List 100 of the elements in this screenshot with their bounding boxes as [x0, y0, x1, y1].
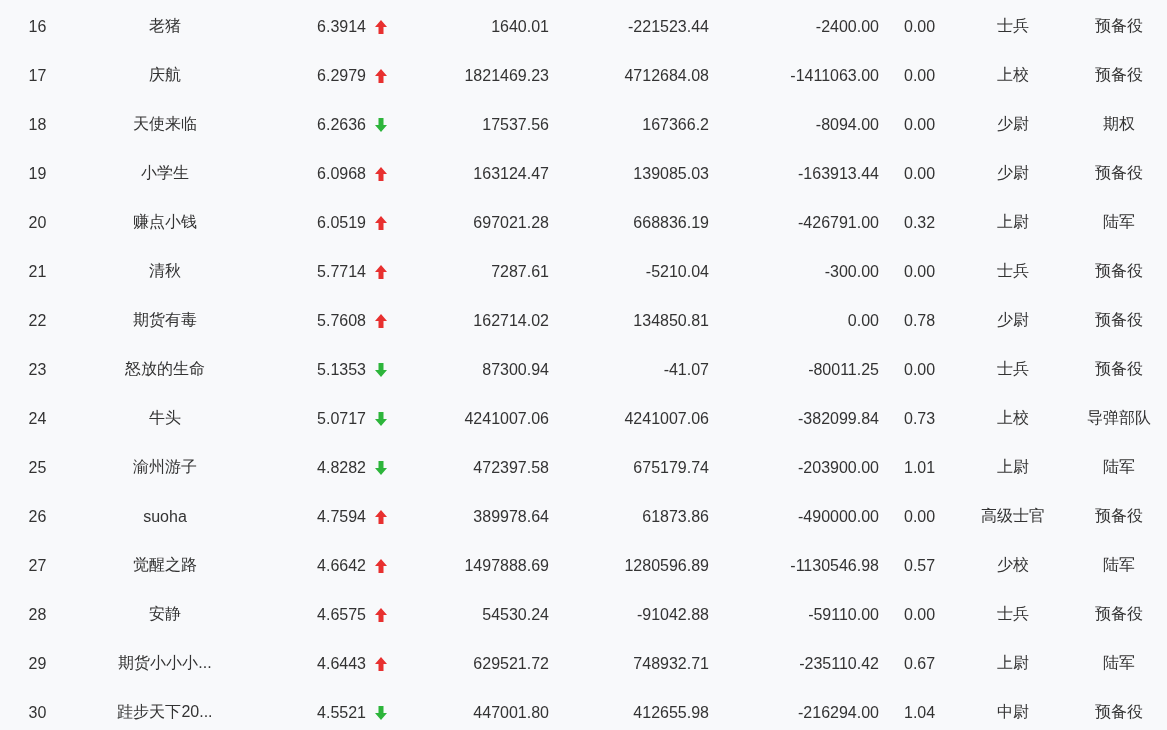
rank-cell-text: 16 — [27, 17, 48, 36]
table-cell-text: 1.04 — [903, 703, 937, 722]
table-cell-text: 1280596.89 — [623, 556, 710, 575]
table-cell-text: 预备役 — [1093, 506, 1144, 526]
score-cell: 4.8282 — [317, 458, 366, 477]
rank-cell-text: 28 — [27, 605, 48, 624]
table-cell-text: 447001.80 — [472, 703, 550, 722]
rank-cell-text: 25 — [27, 458, 48, 477]
rank-cell-text: 29 — [27, 654, 48, 673]
name-cell-text: suoha — [142, 507, 188, 526]
score-cell: 4.6575 — [317, 605, 366, 624]
rank-cell-text: 24 — [27, 409, 48, 428]
table-cell-text: -91042.88 — [635, 605, 710, 624]
table-cell-text: 0.00 — [903, 17, 937, 36]
rank-cell-text: 27 — [27, 556, 48, 575]
score-cell: 4.6443 — [317, 654, 366, 673]
table-cell-text: -203900.00 — [797, 458, 880, 477]
table-cell-text: -5210.04 — [644, 262, 710, 281]
table-cell-text: 0.00 — [903, 66, 937, 85]
score-cell: 5.7714 — [317, 262, 366, 281]
name-cell-text: 渝州游子 — [132, 457, 198, 477]
table-cell-text: -216294.00 — [797, 703, 880, 722]
table-cell-text: 87300.94 — [481, 360, 550, 379]
name-cell-text: 赚点小钱 — [132, 212, 198, 232]
rank-cell-text: 20 — [27, 213, 48, 232]
table-cell-text: 4241007.06 — [463, 409, 550, 428]
name-cell-text: 怒放的生命 — [124, 359, 206, 379]
table-cell-text: 1821469.23 — [463, 66, 550, 85]
rank-cell-text: 26 — [27, 507, 48, 526]
rank-cell-text: 17 — [27, 66, 48, 85]
table-cell-text: -163913.44 — [797, 164, 880, 183]
score-cell: 4.6642 — [317, 556, 366, 575]
table-cell-text: 预备役 — [1093, 163, 1144, 183]
name-cell-text: 天使来临 — [132, 114, 198, 134]
table-cell-text: 陆军 — [1101, 212, 1136, 232]
table-cell-text: 0.00 — [903, 262, 937, 281]
table-cell-text: -382099.84 — [797, 409, 880, 428]
table-cell-text: 7287.61 — [490, 262, 550, 281]
score-cell: 5.1353 — [317, 360, 366, 379]
name-cell-text: 庆航 — [148, 65, 182, 85]
table-cell-text: 预备役 — [1093, 604, 1144, 624]
table-cell-text: 预备役 — [1093, 261, 1144, 281]
table-cell-text: -59110.00 — [807, 605, 880, 624]
table-cell-text: -1411063.00 — [789, 66, 880, 85]
table-cell-text: 17537.56 — [481, 115, 550, 134]
table-cell-text: 134850.81 — [632, 311, 710, 330]
table-cell-text: 预备役 — [1093, 310, 1144, 330]
table-cell-text: 0.73 — [903, 409, 937, 428]
rank-cell-text: 19 — [27, 164, 48, 183]
rank-cell-text: 30 — [27, 703, 48, 722]
table-cell-text: 少尉 — [995, 310, 1030, 330]
table-cell-text: 上尉 — [995, 457, 1030, 477]
table-cell-text: 61873.86 — [641, 507, 710, 526]
table-cell-text: 697021.28 — [472, 213, 550, 232]
table-cell-text: 陆军 — [1101, 555, 1136, 575]
table-cell-text: 389978.64 — [472, 507, 550, 526]
name-cell-text: 安静 — [148, 604, 182, 624]
name-cell-text: 期货小小小... — [117, 653, 213, 673]
table-cell-text: 上尉 — [995, 212, 1030, 232]
table-cell-text: 士兵 — [995, 261, 1030, 281]
table-cell-text: 上尉 — [995, 653, 1030, 673]
table-cell-text: 412655.98 — [632, 703, 710, 722]
rank-cell-text: 21 — [27, 262, 48, 281]
name-cell-text: 期货有毒 — [132, 310, 198, 330]
table-cell-text: 675179.74 — [632, 458, 710, 477]
table-cell-text: 0.00 — [903, 164, 937, 183]
table-cell-text: 预备役 — [1093, 702, 1144, 722]
table-cell-text: 0.00 — [846, 311, 880, 330]
name-cell-text: 小学生 — [140, 163, 190, 183]
table-cell-text: 预备役 — [1093, 359, 1144, 379]
table-cell-text: 0.32 — [903, 213, 937, 232]
table-cell-text: 上校 — [995, 65, 1030, 85]
score-cell: 4.7594 — [317, 507, 366, 526]
table-cell-text: -426791.00 — [797, 213, 880, 232]
table-cell-text: 少尉 — [995, 114, 1030, 134]
table-cell-text: 0.67 — [903, 654, 937, 673]
table-cell-text: 预备役 — [1093, 65, 1144, 85]
table-cell-text: 士兵 — [995, 359, 1030, 379]
name-cell-text: 跬步天下20... — [116, 702, 214, 722]
table-cell-text: 陆军 — [1101, 457, 1136, 477]
table-cell-text: -221523.44 — [627, 17, 710, 36]
score-cell: 6.2636 — [317, 115, 366, 134]
table-cell-text: 1640.01 — [490, 17, 550, 36]
table-cell-text: 高级士官 — [979, 506, 1046, 526]
score-cell: 6.0968 — [317, 164, 366, 183]
score-cell: 6.0519 — [317, 213, 366, 232]
table-cell-text: 0.00 — [903, 605, 937, 624]
table-cell-text: 1.01 — [903, 458, 937, 477]
rank-cell-text: 22 — [27, 311, 48, 330]
table-cell-text: -235110.42 — [798, 654, 880, 673]
table-cell-text: 预备役 — [1093, 16, 1144, 36]
table-cell-text: 士兵 — [995, 16, 1030, 36]
table-cell-text: -8094.00 — [814, 115, 880, 134]
table-cell-text: 139085.03 — [632, 164, 710, 183]
name-cell-text: 牛头 — [148, 408, 182, 428]
name-cell-text: 老猪 — [148, 16, 182, 36]
table-cell-text: 629521.72 — [472, 654, 550, 673]
table-cell-text: 54530.24 — [481, 605, 550, 624]
table-cell-text: 1497888.69 — [463, 556, 550, 575]
table-cell-text: 上校 — [995, 408, 1030, 428]
